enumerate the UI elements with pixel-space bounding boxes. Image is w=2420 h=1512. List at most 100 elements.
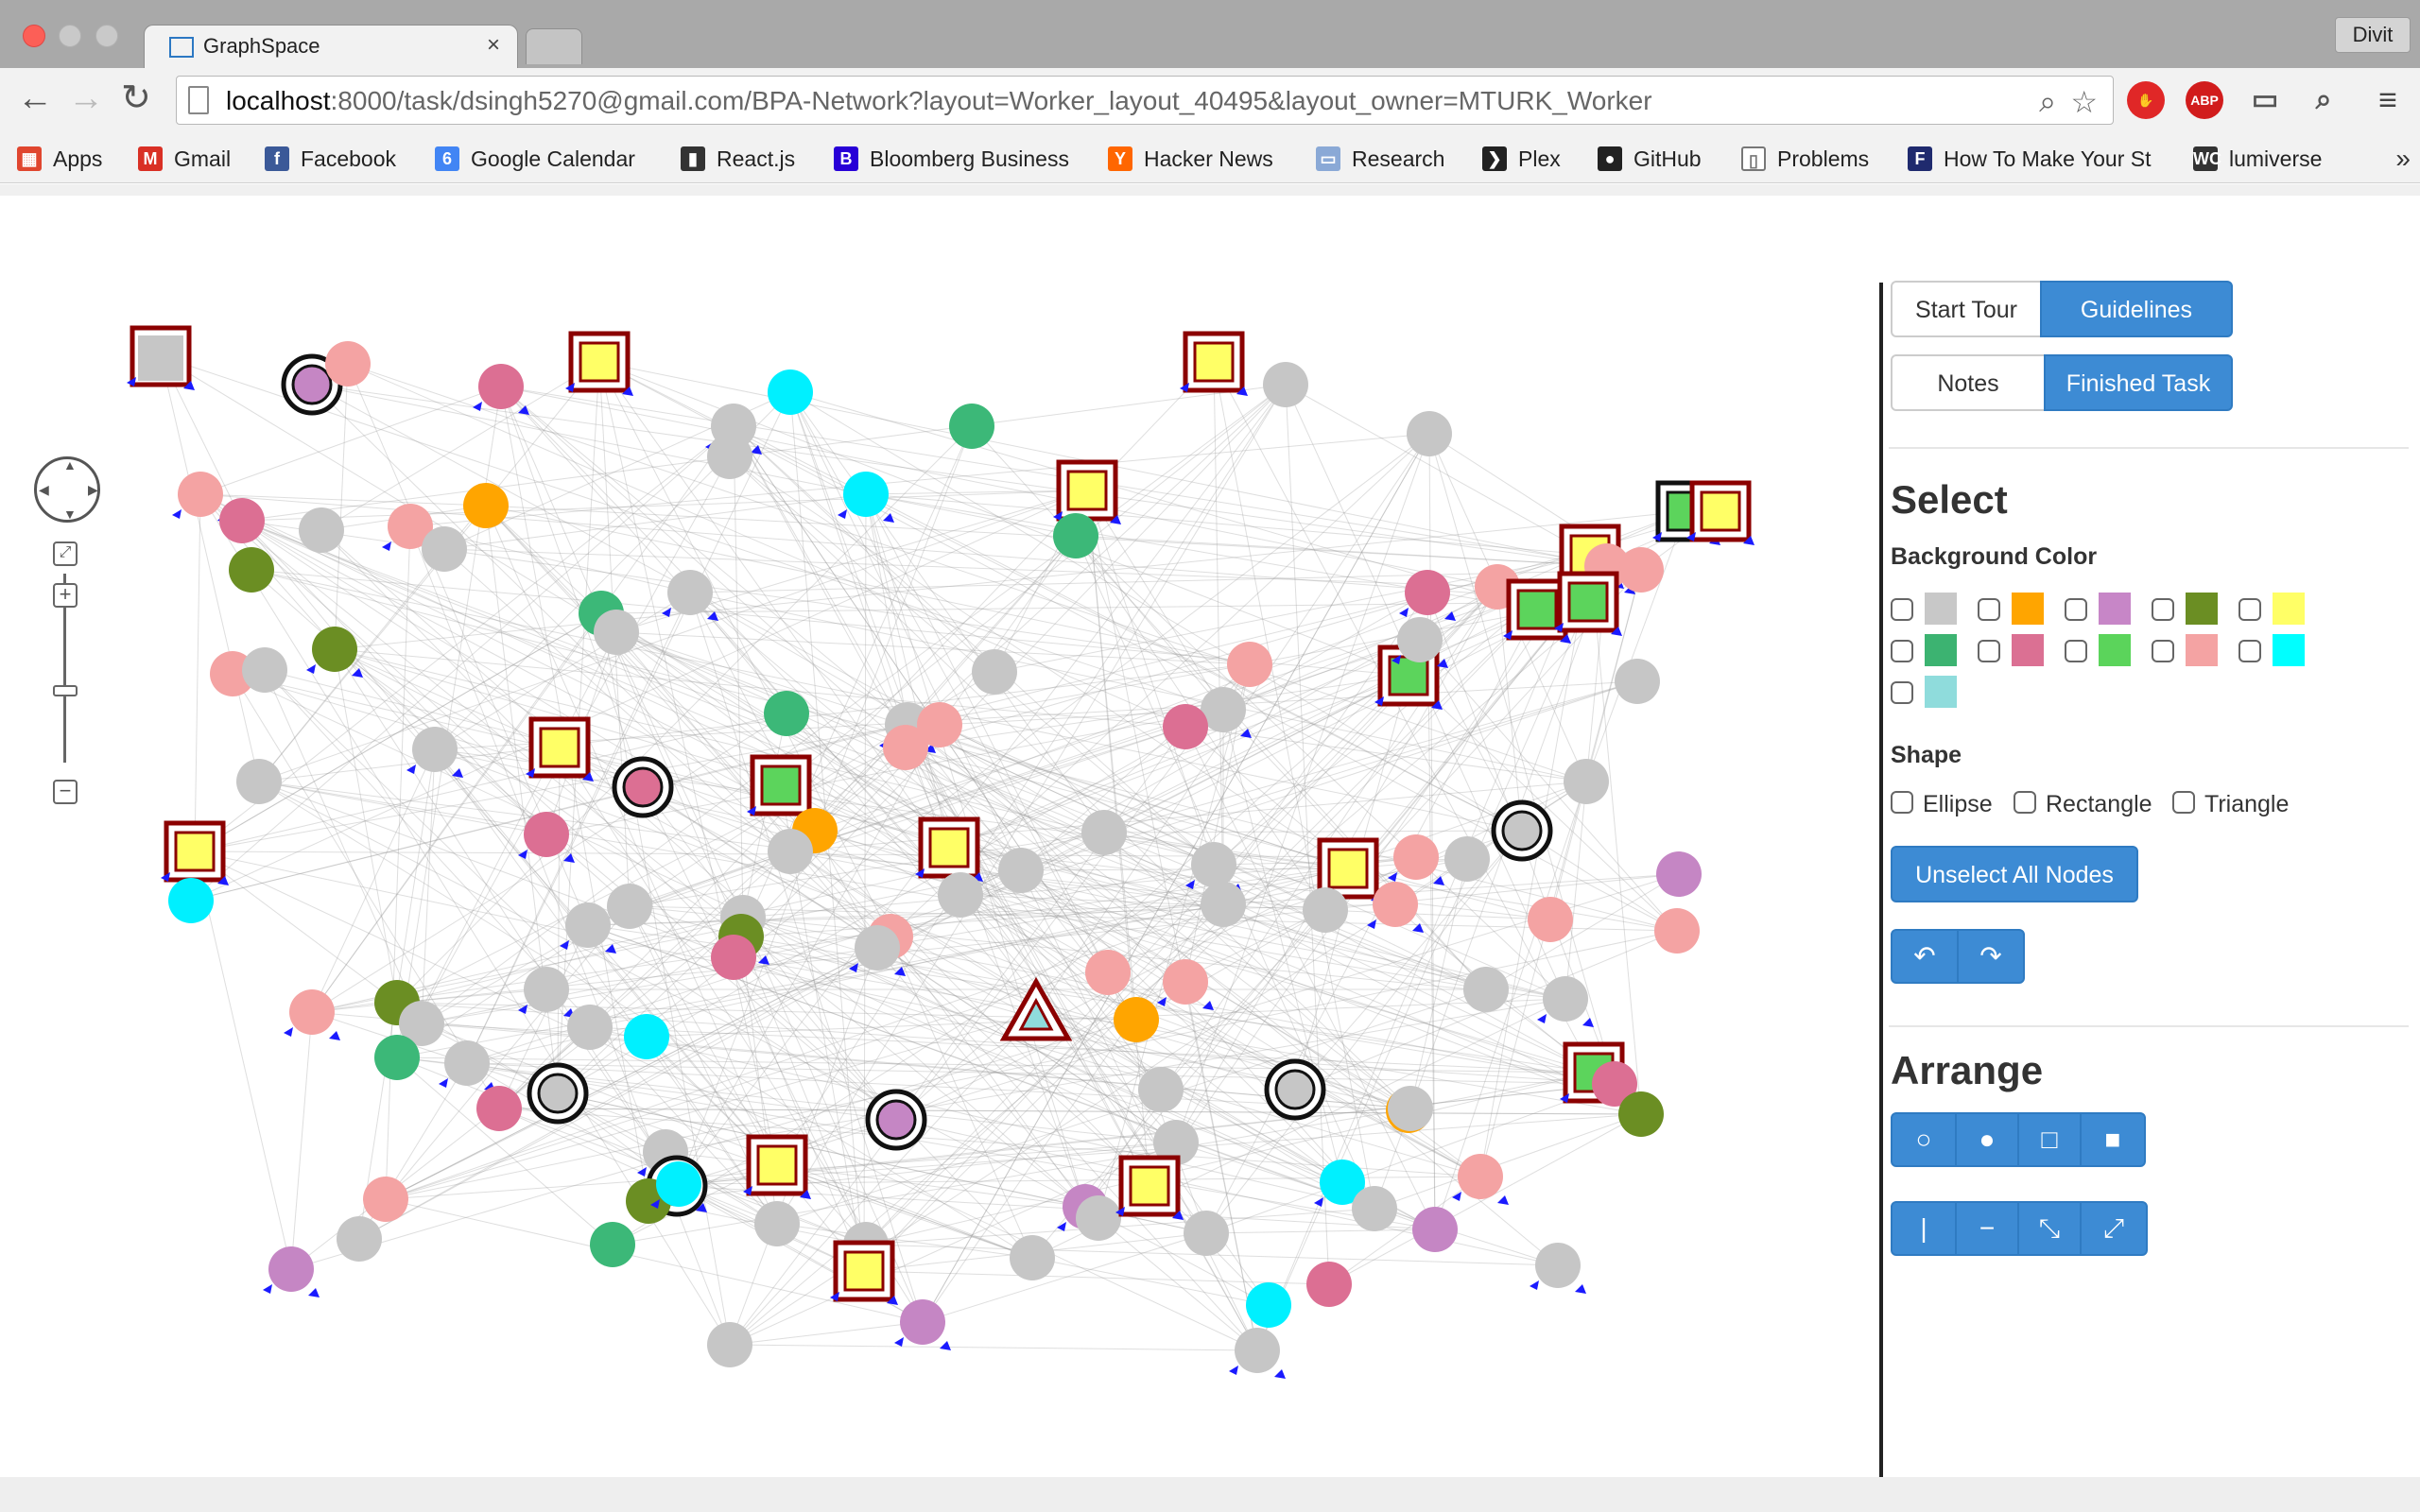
graph-node[interactable] xyxy=(938,872,983,918)
graph-node[interactable] xyxy=(422,526,467,572)
bookmark-github[interactable]: ● GitHub xyxy=(1598,142,1702,176)
vertical-align-icon[interactable]: | xyxy=(1891,1201,1957,1256)
zoom-magnifier-icon[interactable]: ⌕ xyxy=(2039,84,2056,120)
bookmark-lumiverse[interactable]: WC lumiverse xyxy=(2193,142,2322,176)
network-graph-canvas[interactable] xyxy=(0,196,1879,1477)
graph-node[interactable] xyxy=(1618,547,1664,593)
browser-tab-active[interactable]: GraphSpace × xyxy=(144,25,518,70)
bookmark-bloomberg-business[interactable]: B Bloomberg Business xyxy=(834,142,1069,176)
graph-node[interactable] xyxy=(1081,810,1127,855)
graph-node[interactable] xyxy=(754,1201,800,1246)
graph-node[interactable] xyxy=(236,759,282,804)
color-checkbox[interactable] xyxy=(1978,598,2000,621)
graph-node[interactable] xyxy=(1615,659,1660,704)
graph-node[interactable] xyxy=(915,816,983,882)
graph-node[interactable] xyxy=(768,369,813,415)
graph-node[interactable] xyxy=(518,812,575,863)
url-text[interactable]: localhost:8000/task/dsingh5270@gmail.com… xyxy=(226,86,1652,116)
back-arrow-icon[interactable]: ← xyxy=(17,79,53,117)
cast-icon[interactable]: ▭ xyxy=(2246,81,2284,119)
graph-node[interactable] xyxy=(1076,1195,1121,1241)
profile-button[interactable]: Divit xyxy=(2335,17,2411,53)
graph-node[interactable] xyxy=(883,725,928,770)
rectangle-checkbox[interactable] xyxy=(2014,791,2036,814)
graph-node[interactable] xyxy=(229,547,274,593)
graph-node[interactable] xyxy=(607,884,652,929)
graph-node[interactable] xyxy=(590,1222,635,1267)
reload-icon[interactable]: ↻ xyxy=(121,79,151,117)
finished-task-button[interactable]: Finished Task xyxy=(2044,354,2233,411)
graph-node[interactable] xyxy=(747,754,815,819)
zoom-in-icon[interactable]: + xyxy=(53,583,78,608)
graph-node[interactable] xyxy=(838,472,894,523)
graph-node[interactable] xyxy=(168,878,214,923)
graph-node[interactable] xyxy=(1491,799,1553,862)
more-bookmarks-icon[interactable]: » xyxy=(2395,144,2411,174)
ellipse-checkbox[interactable] xyxy=(1891,791,1913,814)
address-bar[interactable]: localhost:8000/task/dsingh5270@gmail.com… xyxy=(176,76,2114,125)
pan-up-icon[interactable]: ▲ xyxy=(63,457,77,472)
color-checkbox[interactable] xyxy=(2152,598,2174,621)
graph-node[interactable] xyxy=(1412,1207,1458,1252)
new-tab-button[interactable] xyxy=(526,28,582,64)
bookmark-research[interactable]: ▭ Research xyxy=(1316,142,1444,176)
graph-node[interactable] xyxy=(594,610,639,655)
filled-square-layout-icon[interactable]: ■ xyxy=(2080,1112,2146,1167)
graph-node[interactable] xyxy=(1115,1155,1184,1220)
graph-node[interactable] xyxy=(624,1014,669,1059)
pan-left-icon[interactable]: ◀ xyxy=(39,482,49,498)
color-checkbox[interactable] xyxy=(1891,681,1913,704)
graph-node[interactable] xyxy=(1444,836,1490,882)
graph-node[interactable] xyxy=(711,935,756,980)
graph-node[interactable] xyxy=(518,967,575,1018)
graph-node[interactable] xyxy=(1201,882,1246,927)
graph-node[interactable] xyxy=(1184,1211,1229,1256)
bookmark-google-calendar[interactable]: 6 Google Calendar xyxy=(435,142,635,176)
circle-layout-icon[interactable]: ○ xyxy=(1891,1112,1957,1167)
graph-node[interactable] xyxy=(1306,1262,1352,1307)
graph-node[interactable] xyxy=(1407,411,1452,456)
graph-node[interactable] xyxy=(463,483,509,528)
color-checkbox[interactable] xyxy=(1978,640,2000,662)
graph-node[interactable] xyxy=(1053,513,1098,558)
graph-node[interactable] xyxy=(306,627,363,678)
graph-node[interactable] xyxy=(1530,1243,1586,1294)
graph-node[interactable] xyxy=(1138,1067,1184,1112)
graph-node[interactable] xyxy=(363,1177,408,1222)
graph-node[interactable] xyxy=(612,756,674,818)
graph-node[interactable] xyxy=(526,716,594,782)
graph-node[interactable] xyxy=(768,829,813,874)
color-checkbox[interactable] xyxy=(1891,598,1913,621)
unselect-all-nodes-button[interactable]: Unselect All Nodes xyxy=(1891,846,2138,902)
graph-node[interactable] xyxy=(1085,950,1131,995)
graph-node[interactable] xyxy=(1246,1282,1291,1328)
graph-node[interactable] xyxy=(707,1322,752,1367)
graph-node[interactable] xyxy=(284,989,340,1040)
pan-right-icon[interactable]: ▶ xyxy=(88,482,98,498)
graph-node[interactable] xyxy=(1264,1058,1326,1121)
bookmark-apps[interactable]: ▦ Apps xyxy=(17,142,102,176)
graph-node[interactable] xyxy=(565,331,633,396)
bookmark-star-icon[interactable]: ☆ xyxy=(2070,84,2098,120)
graph-node[interactable] xyxy=(894,1299,951,1350)
bookmark-how-to-make-your-st[interactable]: F How To Make Your St xyxy=(1908,142,2151,176)
graph-node[interactable] xyxy=(1388,1086,1433,1131)
bookmark-problems[interactable]: ▯ Problems xyxy=(1741,142,1869,176)
graph-node[interactable] xyxy=(764,691,809,736)
maximize-window-button[interactable] xyxy=(95,25,118,47)
color-checkbox[interactable] xyxy=(2238,640,2261,662)
tab-close-icon[interactable]: × xyxy=(487,32,500,59)
horizontal-align-icon[interactable]: − xyxy=(1955,1201,2019,1256)
menu-icon[interactable]: ≡ xyxy=(2369,81,2407,119)
graph-node[interactable] xyxy=(1686,480,1754,545)
color-checkbox[interactable] xyxy=(2065,598,2087,621)
hand-stop-extension-icon[interactable]: ✋ xyxy=(2127,81,2165,119)
minimize-window-button[interactable] xyxy=(59,25,81,47)
adblock-plus-icon[interactable]: ABP xyxy=(2186,81,2223,119)
bookmark-hacker-news[interactable]: Y Hacker News xyxy=(1108,142,1273,176)
graph-node[interactable] xyxy=(972,649,1017,695)
graph-node[interactable] xyxy=(1564,759,1609,804)
graph-node[interactable] xyxy=(138,335,183,381)
graph-node[interactable] xyxy=(1303,887,1348,933)
compress-icon[interactable]: ⤡ xyxy=(2017,1201,2082,1256)
